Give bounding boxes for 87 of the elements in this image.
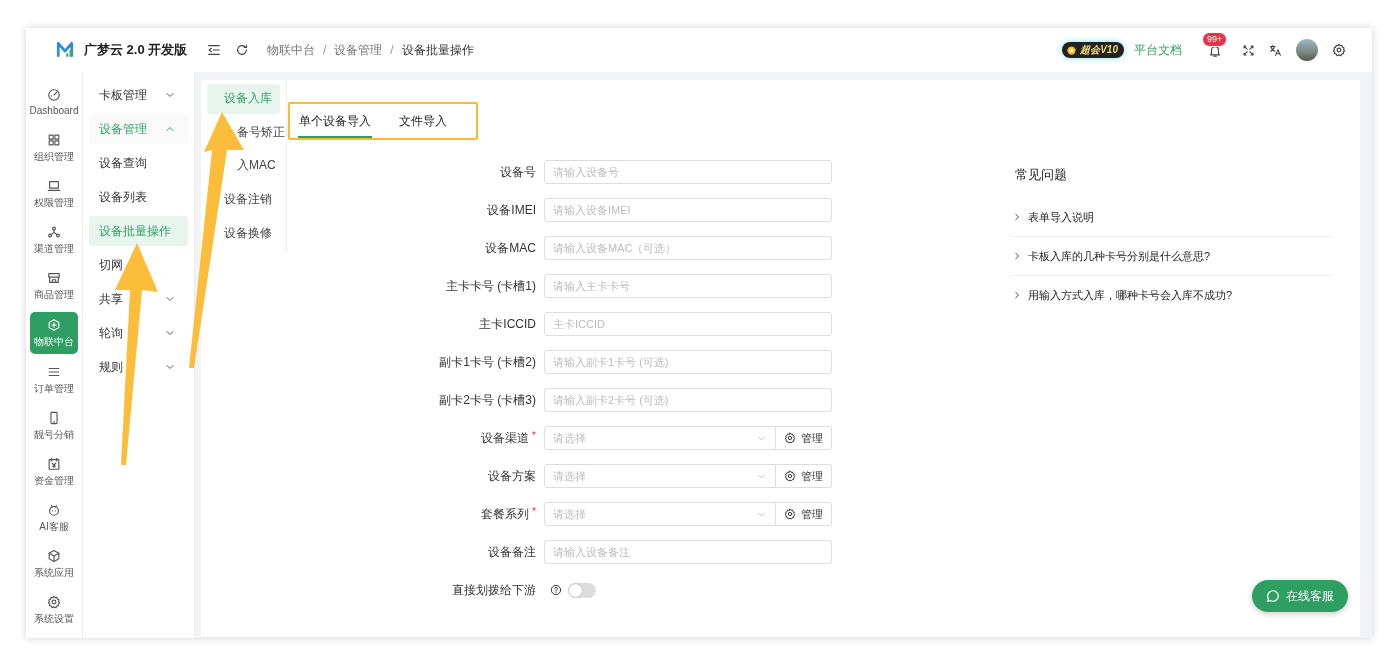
field-label: 设备渠道 [481,429,530,447]
required-mark: * [532,505,536,517]
submenu-item[interactable]: 切网 [89,250,188,280]
tab[interactable]: 单个设备导入 [298,106,372,138]
chevron-right-icon [1012,251,1022,261]
side-tab[interactable]: 备号矫正 [237,117,285,148]
submenu-item[interactable]: 规则 [89,352,188,382]
notification-count: 99+ [1202,32,1228,47]
chat-bubble-icon [1266,589,1280,603]
manage-button[interactable]: 管理 [776,426,832,450]
box-icon [47,548,61,563]
gear-icon [784,432,796,444]
tab[interactable]: 文件导入 [398,106,448,138]
sidebar-item[interactable]: 渠道管理 [30,220,78,260]
side-tab[interactable]: 设备注销 [224,184,272,215]
input-field[interactable]: 请输入设备IMEI [544,198,832,222]
faq-item[interactable]: 卡板入库的几种卡号分别是什么意思? [1010,237,1332,276]
sidebar-item[interactable]: Dashboard [30,82,78,122]
submenu-item[interactable]: 设备列表 [89,182,188,212]
phone-icon [47,410,61,425]
grid-icon [47,132,61,147]
docs-link[interactable]: 平台文档 [1134,41,1182,59]
logo-icon [56,41,74,59]
field-label: 套餐系列 [481,505,530,523]
side-tab[interactable]: 入MAC [237,151,276,181]
sidebar-item[interactable]: 靓号分销 [30,406,78,446]
menu-fold-icon[interactable] [207,43,221,57]
vip-badge[interactable]: 超会V10 [1062,42,1124,58]
app-name: 广梦云 2.0 开发版 [84,41,188,59]
cube-icon [47,317,61,332]
sidebar-item[interactable]: 商品管理 [30,266,78,306]
bell-icon [1208,44,1222,58]
breadcrumb-item: 设备批量操作 [401,41,474,59]
field-label: 主卡ICCID [479,315,536,333]
sidebar-item[interactable]: 资金管理 [30,452,78,492]
avatar[interactable] [1296,39,1318,61]
sidebar-item[interactable]: AI客服 [30,498,78,538]
input-field[interactable]: 主卡ICCID [544,312,832,336]
faq-title: 常见问题 [1014,166,1068,184]
breadcrumb-separator: / [390,43,394,57]
laptop-icon [47,178,61,193]
sidebar-item[interactable]: 系统应用 [30,544,78,584]
field-label: 设备方案 [488,467,536,485]
gear-icon [47,594,61,609]
manage-button[interactable]: 管理 [776,502,832,526]
toggle-switch[interactable] [568,582,596,598]
faq-item[interactable]: 用输入方式入库，哪种卡号会入库不成功? [1010,276,1332,314]
field-label: 主卡卡号 (卡槽1) [446,277,536,295]
submenu-item[interactable]: 共享 [89,284,188,314]
field-label: 副卡1卡号 (卡槽2) [439,353,536,371]
chevron-right-icon [1012,290,1022,300]
faq-item[interactable]: 表单导入说明 [1010,198,1332,237]
help-icon[interactable] [550,584,562,596]
side-tab[interactable]: 设备换修 [224,218,272,248]
sidebar-item[interactable]: 系统设置 [30,590,78,630]
field-label: 直接划拨给下游 [452,581,536,599]
field-label: 设备号 [500,163,536,181]
field-label: 设备备注 [488,543,536,561]
fullscreen-icon[interactable] [1242,43,1255,57]
gear-icon [784,470,796,482]
gauge-icon [47,88,61,102]
medal-icon [1066,44,1078,56]
submenu-item[interactable]: 卡板管理 [89,80,188,110]
robot-icon [47,502,61,517]
breadcrumb-item[interactable]: 物联中台 [267,41,315,59]
breadcrumb-separator: / [323,43,327,57]
store-icon [47,270,61,285]
calendar-icon [47,456,61,471]
submenu-item[interactable]: 设备查询 [89,148,188,178]
manage-button[interactable]: 管理 [776,464,832,488]
translate-icon[interactable] [1269,43,1282,57]
input-field[interactable]: 请输入设备备注 [544,540,832,564]
gear-icon [784,508,796,520]
chevron-right-icon [1012,212,1022,222]
notification-button[interactable]: 99+ [1202,32,1228,60]
sidebar-item[interactable]: 组织管理 [30,128,78,168]
settings-icon[interactable] [1332,43,1346,57]
field-label: 设备MAC [485,239,536,257]
field-label: 副卡2卡号 (卡槽3) [439,391,536,409]
sidebar-item[interactable]: 权限管理 [30,174,78,214]
network-icon [47,224,61,239]
submenu-item[interactable]: 轮询 [89,318,188,348]
sidebar-item[interactable]: 订单管理 [30,360,78,400]
refresh-icon[interactable] [235,43,249,57]
field-label: 设备IMEI [487,201,536,219]
required-mark: * [532,429,536,441]
breadcrumb-item[interactable]: 设备管理 [334,41,383,59]
